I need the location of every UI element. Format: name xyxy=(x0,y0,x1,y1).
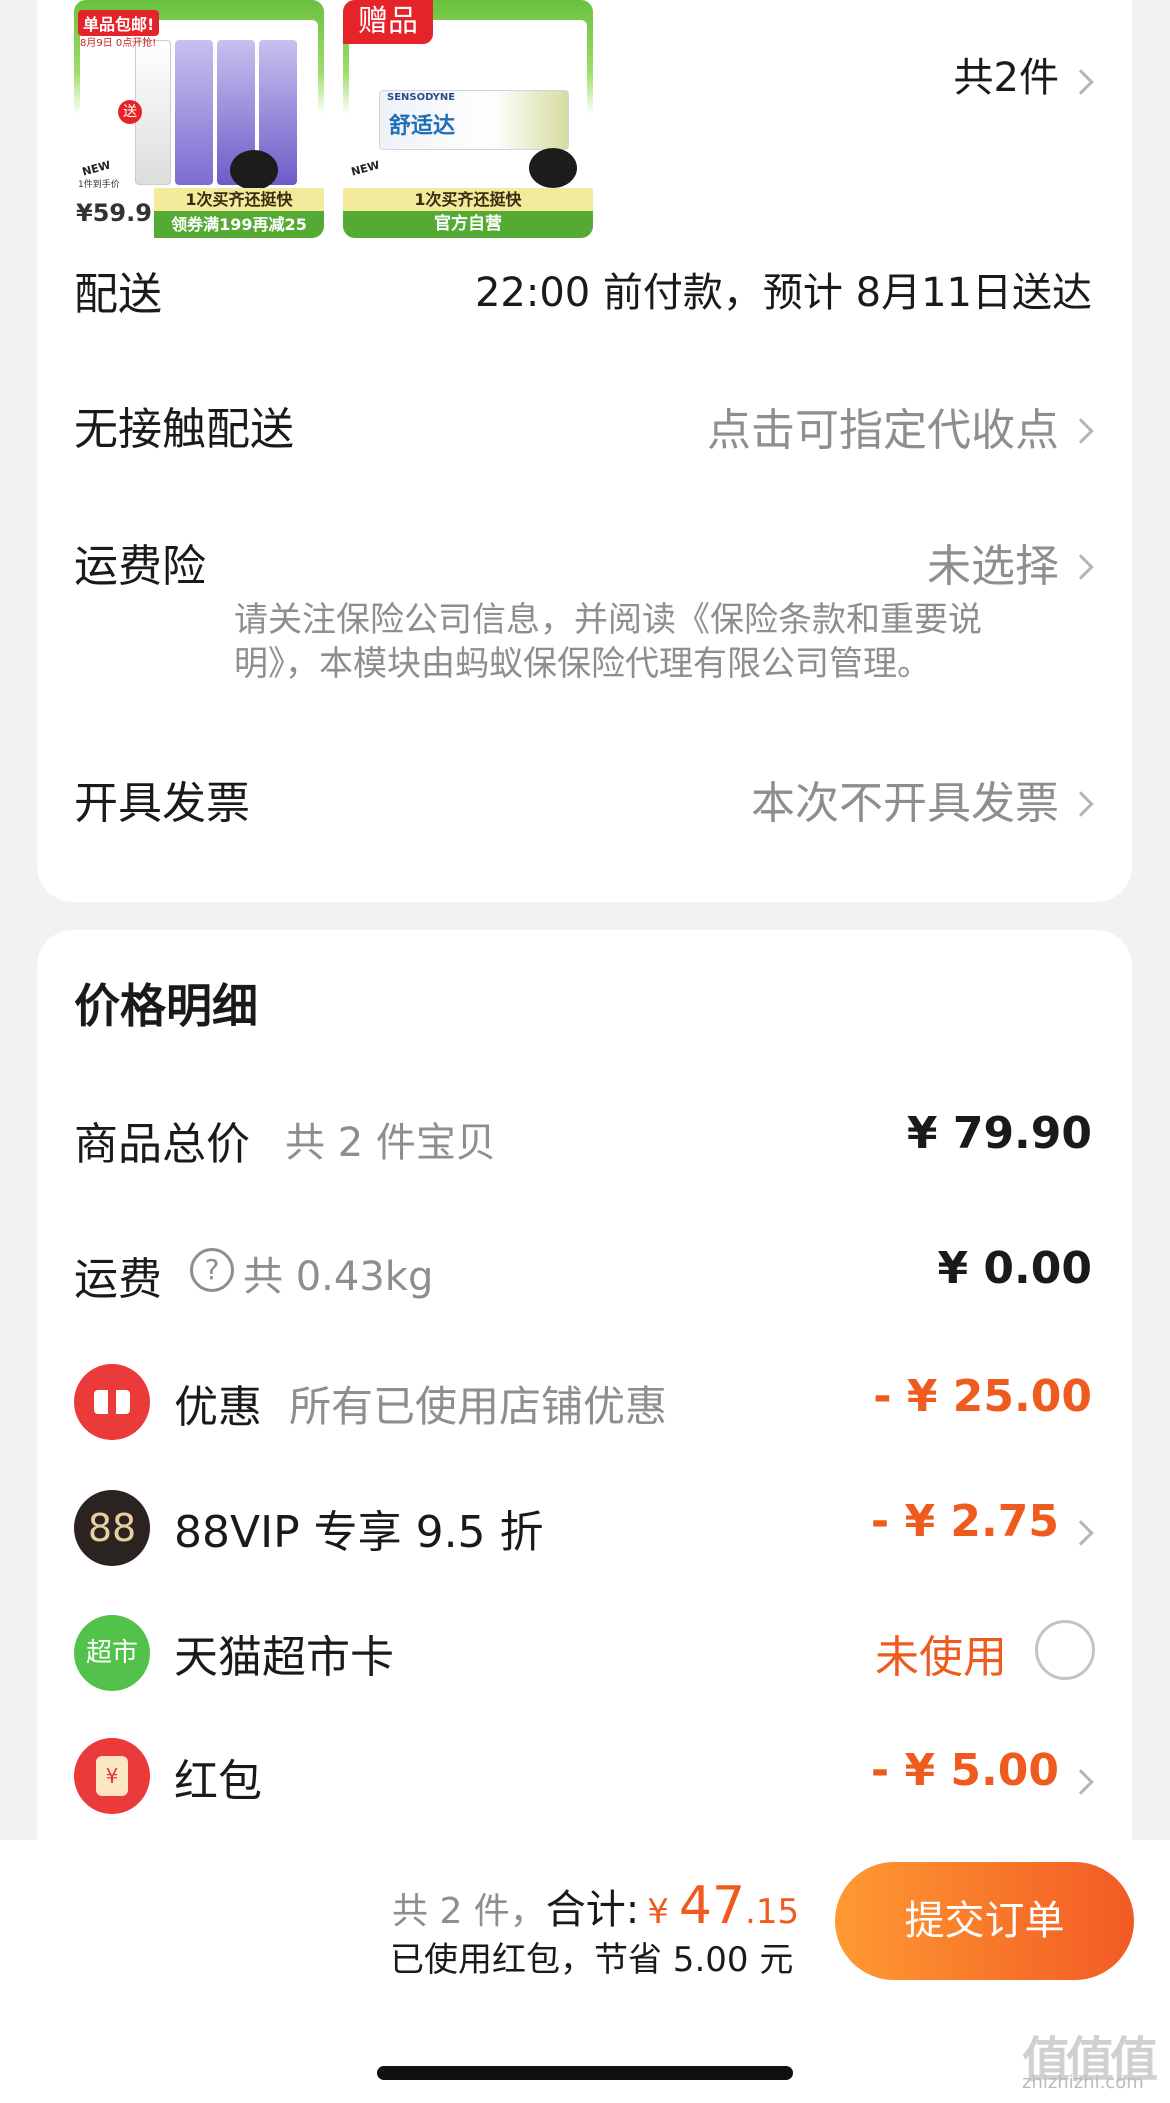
product-thumbnail-2[interactable]: 舒适达 SENSODYNE 赠品 NEW 1次买齐还挺快 官方自营 xyxy=(343,0,593,238)
coupon-icon xyxy=(74,1364,150,1440)
price-detail-card: 价格明细 商品总价 共 2 件宝贝 ¥ 79.90 运费 ? 共 0.43kg … xyxy=(37,930,1132,1890)
red-packet-icon: ¥ xyxy=(74,1738,150,1814)
insurance-note: 请关注保险公司信息，并阅读《保险条款和重要说 明》，本模块由蚂蚁保保险代理有限公… xyxy=(234,600,982,684)
price-detail-title: 价格明细 xyxy=(74,979,258,1033)
tmall-cat-icon xyxy=(529,148,577,188)
brand-cn: 舒适达 xyxy=(389,114,456,139)
total-decimal: .15 xyxy=(745,1892,800,1932)
discount-value: - ¥ 25.00 xyxy=(873,1371,1092,1422)
total-line: 共 2 件，合计: ¥47.15 xyxy=(392,1876,799,1936)
product-price: ¥59.9 xyxy=(74,188,154,238)
chevron-right-icon xyxy=(1068,418,1094,444)
freight-label: 运费 xyxy=(74,1254,162,1305)
delivery-label: 配送 xyxy=(74,269,162,320)
promo-date: 8月9日 0点开抢! xyxy=(80,38,157,49)
tmall-cat-icon xyxy=(230,150,278,190)
delivery-value: 22:00 前付款，预计 8月11日送达 xyxy=(474,270,1092,316)
total-label: 合计: xyxy=(545,1887,640,1933)
brand: SENSODYNE xyxy=(387,92,456,103)
discount-desc: 所有已使用店铺优惠 xyxy=(289,1382,668,1431)
chevron-right-icon xyxy=(1068,791,1094,817)
strip-top: 1次买齐还挺快 xyxy=(343,188,593,211)
promo-badge: 单品包邮! xyxy=(78,10,160,36)
order-info-card: 单品包邮! 8月9日 0点开抢! 送 NEW 1件到手价 1次买齐还挺快 领券满… xyxy=(37,0,1132,902)
watermark-url: zhizhizhi.com xyxy=(1022,2072,1144,2093)
product-thumbnail-1[interactable]: 单品包邮! 8月9日 0点开抢! 送 NEW 1件到手价 1次买齐还挺快 领券满… xyxy=(74,0,324,238)
savings-note: 已使用红包，节省 5.00 元 xyxy=(390,1940,794,1980)
chevron-right-icon xyxy=(1068,69,1094,95)
vip-discount-value[interactable]: - ¥ 2.75 xyxy=(871,1496,1059,1547)
strip-bottom: 领券满199再减25 xyxy=(154,211,324,238)
supermarket-card-icon: 超市 xyxy=(74,1615,150,1691)
vip-88-icon: 88 xyxy=(74,1490,150,1566)
insurance-label: 运费险 xyxy=(74,541,206,592)
item-count[interactable]: 共2件 xyxy=(954,45,1059,103)
supermarket-card-value: 未使用 xyxy=(875,1632,1007,1683)
freight-weight: 共 0.43kg xyxy=(243,1254,434,1300)
submit-order-button[interactable]: 提交订单 xyxy=(835,1862,1134,1980)
red-packet-value[interactable]: - ¥ 5.00 xyxy=(871,1745,1059,1796)
gift-badge: 赠品 xyxy=(343,0,433,44)
total-integer: 47 xyxy=(678,1876,746,1936)
total-count: 共 2 件， xyxy=(392,1891,546,1932)
invoice-label: 开具发票 xyxy=(74,778,250,829)
contactless-label: 无接触配送 xyxy=(74,404,294,455)
supermarket-card-radio[interactable] xyxy=(1035,1620,1095,1680)
strip-top: 1次买齐还挺快 xyxy=(154,188,324,211)
supermarket-card-label: 天猫超市卡 xyxy=(174,1632,394,1683)
help-icon[interactable]: ? xyxy=(190,1248,234,1292)
chevron-right-icon xyxy=(1068,1520,1094,1546)
chevron-right-icon xyxy=(1068,554,1094,580)
strip-bottom: 官方自营 xyxy=(343,211,593,238)
insurance-value[interactable]: 未选择 xyxy=(927,530,1059,594)
contactless-value[interactable]: 点击可指定代收点 xyxy=(707,394,1059,458)
goods-count: 共 2 件宝贝 xyxy=(285,1120,496,1166)
goods-total-value: ¥ 79.90 xyxy=(906,1108,1092,1159)
home-indicator[interactable] xyxy=(377,2066,793,2080)
chevron-right-icon xyxy=(1068,1769,1094,1795)
goods-total-label: 商品总价 xyxy=(74,1119,250,1170)
red-packet-label: 红包 xyxy=(174,1756,262,1807)
invoice-value[interactable]: 本次不开具发票 xyxy=(751,767,1059,831)
total-currency: ¥ xyxy=(647,1892,669,1932)
gift-tag: 送 xyxy=(118,100,142,124)
discount-label: 优惠 xyxy=(174,1382,262,1433)
vip-label: 88VIP 专享 9.5 折 xyxy=(174,1507,544,1558)
freight-value: ¥ 0.00 xyxy=(937,1243,1093,1294)
